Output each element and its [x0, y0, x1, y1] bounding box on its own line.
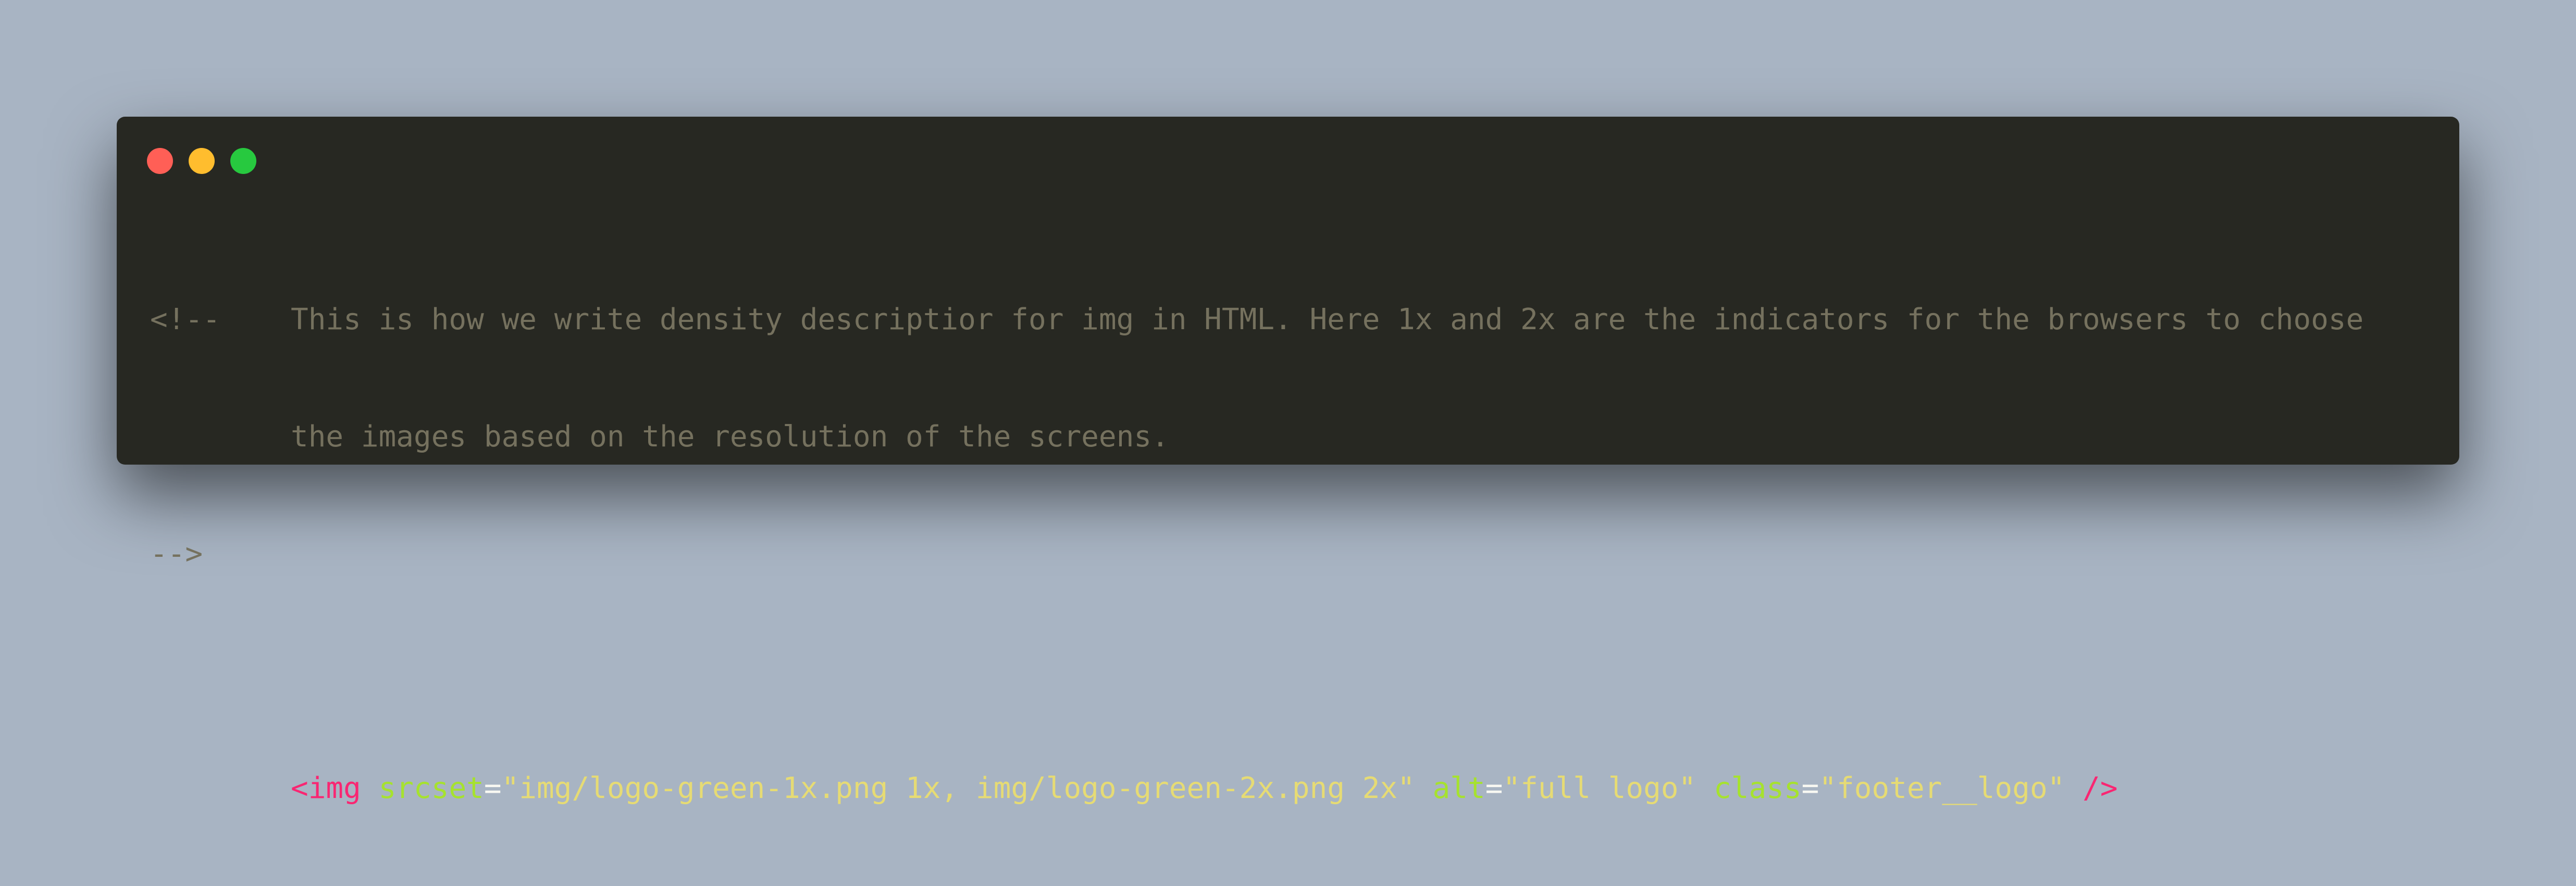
comment-text-line-1: This is how we write density descriptior… [291, 303, 2364, 336]
maximize-window-icon[interactable] [230, 148, 256, 174]
attr-alt-name: alt [1432, 771, 1485, 805]
attr-class-name: class [1713, 771, 1802, 805]
attr-srcset-name: srcset [378, 771, 484, 805]
equals-sign: = [1801, 771, 1819, 805]
comment-open: <!-- [150, 303, 220, 336]
code-line-img: <img srcset="img/logo-green-1x.png 1x, i… [150, 769, 2363, 808]
attr-class-value: "footer__logo" [1819, 771, 2065, 805]
code-block: <!-- This is how we write density descri… [150, 222, 2363, 886]
comment-close: --> [150, 537, 203, 571]
img-element: <img srcset="img/logo-green-1x.png 1x, i… [291, 769, 2117, 808]
tag-open: <img [291, 771, 361, 805]
close-window-icon[interactable] [147, 148, 173, 174]
attr-srcset-value: "img/logo-green-1x.png 1x, img/logo-gree… [501, 771, 1415, 805]
code-window: <!-- This is how we write density descri… [117, 117, 2459, 805]
attr-alt-value: "full logo" [1503, 771, 1696, 805]
code-line-3: --> [150, 534, 2363, 573]
code-line-2: the images based on the resolution of th… [150, 417, 2363, 456]
tag-close: /> [2082, 771, 2118, 805]
comment-text-line-2: the images based on the resolution of th… [291, 420, 1169, 454]
code-line-1: <!-- This is how we write density descri… [150, 300, 2363, 339]
minimize-window-icon[interactable] [189, 148, 215, 174]
equals-sign: = [1485, 771, 1503, 805]
equals-sign: = [484, 771, 502, 805]
